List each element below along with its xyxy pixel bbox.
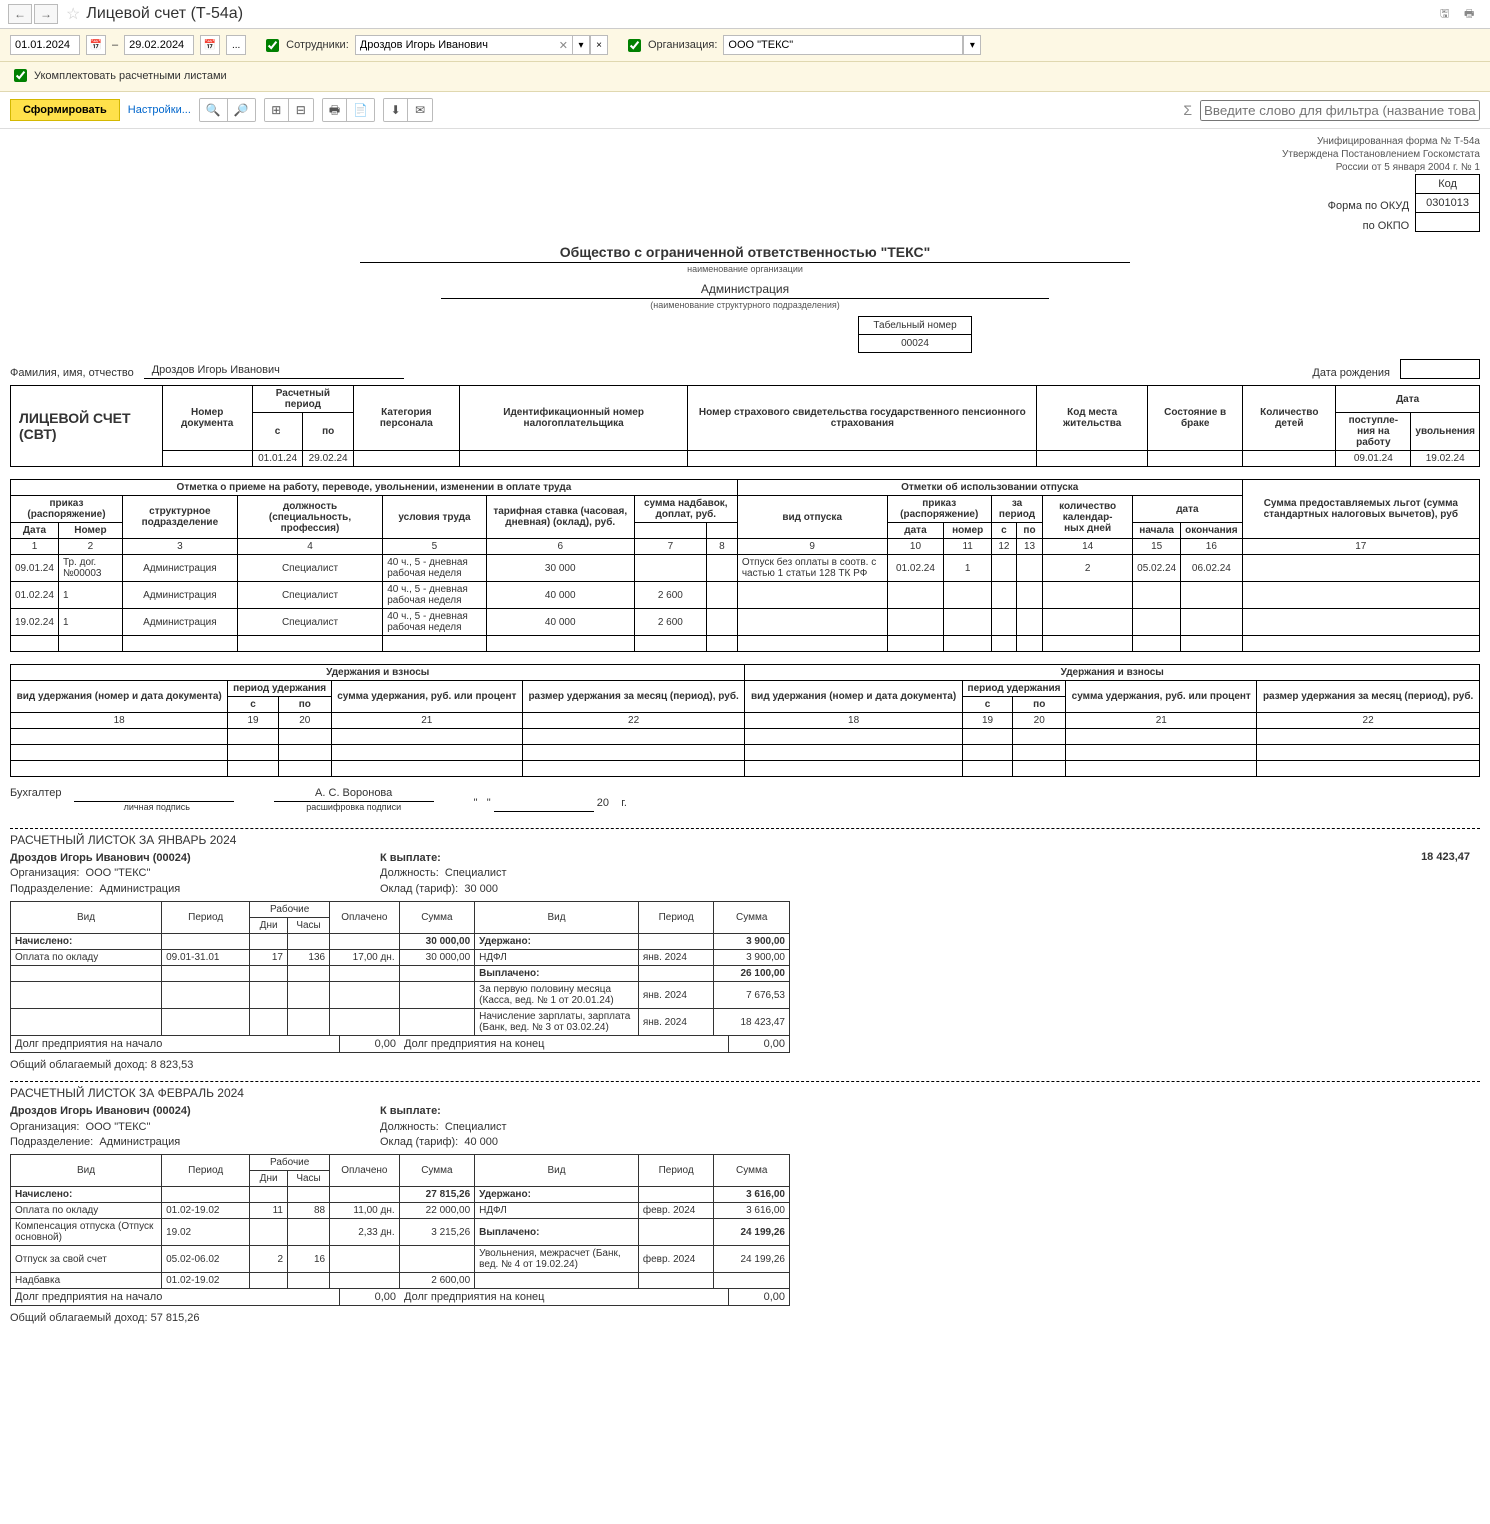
wh-ben: Сумма предоставляемых льгот (сумма станд… (1242, 480, 1479, 539)
preview-button[interactable]: 📄 (347, 99, 374, 121)
form-note-1: Унифицированная форма № Т-54а (10, 135, 1480, 148)
h-snils: Номер страхового свидетельства государст… (688, 386, 1037, 451)
fio-label: Фамилия, имя, отчество (10, 367, 134, 379)
h-cat: Категория персонала (353, 386, 459, 451)
v-out: 19.02.24 (1411, 451, 1480, 467)
org-input[interactable] (723, 35, 963, 55)
org-caption: наименование организации (10, 264, 1480, 274)
date-from-input[interactable] (10, 35, 80, 55)
okpo-label: по ОКПО (1328, 216, 1410, 236)
org-dropdown-button[interactable]: ▾ (963, 35, 981, 55)
employee-dropdown-button[interactable]: ▾ (572, 35, 590, 55)
date-from-picker-button[interactable]: 📅 (86, 35, 106, 55)
expand-button[interactable]: ⊞ (265, 99, 289, 121)
h-out: увольнения (1411, 413, 1480, 451)
email-button[interactable]: ✉ (408, 99, 432, 121)
org-name: Общество с ограниченной ответственностью… (360, 244, 1130, 263)
zoom-in-button[interactable]: 🔍 (200, 99, 228, 121)
v-s: 01.01.24 (252, 451, 303, 467)
org-checkbox[interactable] (628, 39, 641, 52)
h-in: поступле- ния на работу (1336, 413, 1411, 451)
save-button[interactable]: ⬇ (384, 99, 408, 121)
okpo-value (1416, 213, 1480, 232)
dob-box (1400, 359, 1480, 379)
employee-clear-icon[interactable]: ✕ (555, 39, 572, 52)
complete-label: Укомплектовать расчетными листами (34, 70, 227, 82)
dob-label: Дата рождения (1312, 367, 1390, 379)
settings-link[interactable]: Настройки... (128, 104, 191, 116)
h-period: Расчетный период (252, 386, 353, 413)
date-period-button[interactable]: ... (226, 35, 246, 55)
employee-input[interactable] (355, 35, 575, 55)
slip2-title: РАСЧЕТНЫЙ ЛИСТОК ЗА ФЕВРАЛЬ 2024 (10, 1086, 1480, 1100)
form-note-3: России от 5 января 2004 г. № 1 (10, 161, 1480, 174)
wh1: Отметка о приеме на работу, переводе, ув… (11, 480, 738, 496)
v-po: 29.02.24 (303, 451, 354, 467)
dept-name: Администрация (441, 282, 1049, 299)
sign-role: Бухгалтер (10, 787, 61, 799)
v-in: 09.01.24 (1336, 451, 1411, 467)
fio-value: Дроздов Игорь Иванович (144, 364, 404, 379)
sigma-icon[interactable]: Σ (1183, 102, 1192, 118)
tabel-label: Табельный номер (859, 317, 971, 335)
employees-checkbox[interactable] (266, 39, 279, 52)
okud-value: 0301013 (1416, 194, 1480, 213)
code-header: Код (1416, 175, 1480, 194)
print-button[interactable]: 🖶 (323, 99, 347, 121)
employees-label: Сотрудники: (286, 39, 349, 51)
dept-caption: (наименование структурного подразделения… (10, 300, 1480, 310)
print-icon[interactable]: 🖶 (1464, 5, 1482, 23)
h-inn: Идентификационный номер налогоплательщик… (459, 386, 688, 451)
okud-label: Форма по ОКУД (1328, 196, 1410, 216)
h-s: с (252, 413, 303, 451)
employee-clear-button[interactable]: × (590, 35, 608, 55)
h-date: Дата (1336, 386, 1480, 413)
date-to-picker-button[interactable]: 📅 (200, 35, 220, 55)
nav-forward-button[interactable]: → (34, 4, 58, 24)
h-marital: Состояние в браке (1148, 386, 1243, 451)
h-place: Код места жительства (1037, 386, 1148, 451)
search-input[interactable] (1200, 100, 1480, 121)
favorite-icon[interactable]: ☆ (66, 4, 80, 24)
date-dash: – (112, 39, 118, 51)
org-label: Организация: (648, 39, 717, 51)
page-title: Лицевой счет (Т-54а) (86, 5, 243, 23)
h-docnum: Номер документа (162, 386, 252, 451)
tabel-value: 00024 (859, 335, 971, 353)
h-children: Количество детей (1243, 386, 1336, 451)
slip1-title: РАСЧЕТНЫЙ ЛИСТОК ЗА ЯНВАРЬ 2024 (10, 833, 1480, 847)
date-to-input[interactable] (124, 35, 194, 55)
wh2: Отметки об использовании отпуска (737, 480, 1242, 496)
form-note-2: Утверждена Постановлением Госкомстата (10, 148, 1480, 161)
doc-title: ЛИЦЕВОЙ СЧЕТ (СВТ) (11, 386, 163, 467)
zoom-out-button[interactable]: 🔎 (228, 99, 255, 121)
save-icon[interactable]: 🖫 (1440, 5, 1458, 23)
complete-checkbox[interactable] (14, 69, 27, 82)
h-po: по (303, 413, 354, 451)
collapse-button[interactable]: ⊟ (289, 99, 313, 121)
generate-button[interactable]: Сформировать (10, 99, 120, 121)
nav-back-button[interactable]: ← (8, 4, 32, 24)
